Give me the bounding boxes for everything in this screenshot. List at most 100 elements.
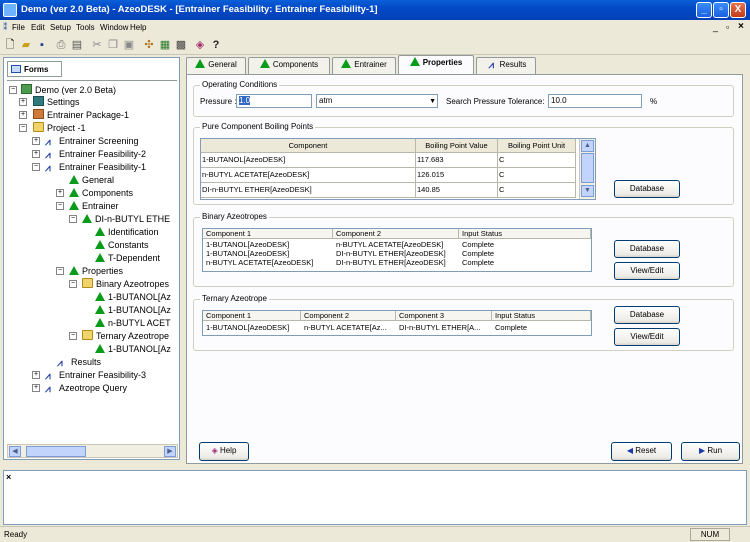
collapse-icon[interactable]: − (56, 202, 64, 210)
tree-node-identification[interactable]: Identification (95, 226, 159, 238)
tree-node-t-dependent[interactable]: T-Dependent (95, 252, 160, 264)
tree-node-binary-2[interactable]: 1-BUTANOL[Az (95, 304, 171, 316)
tree-node-components[interactable]: Components (69, 187, 133, 199)
collapse-icon[interactable]: − (9, 86, 17, 94)
help-button[interactable]: ◈ Help (199, 442, 249, 461)
print-preview-icon[interactable]: ▤ (70, 38, 84, 52)
menu-edit[interactable]: Edit (31, 23, 45, 32)
run-button[interactable]: ▶ Run (681, 442, 740, 461)
tree-node-root[interactable]: Demo (ver 2.0 Beta) (21, 84, 116, 96)
scroll-down-icon[interactable]: ▼ (581, 185, 594, 197)
scroll-left-icon[interactable]: ◀ (9, 446, 21, 457)
tree-node-binary-1[interactable]: 1-BUTANOL[Az (95, 291, 171, 303)
tree-node-entrainer-feasibility-1[interactable]: ⩘ Entrainer Feasibility-1 (45, 161, 146, 174)
binary-view-edit-button[interactable]: View/Edit (614, 262, 680, 280)
pressure-input[interactable]: 1.0 (236, 94, 312, 108)
dropdown-arrow-icon[interactable]: ▼ (429, 96, 436, 108)
list-cell[interactable]: DI-n-BUTYL ETHER[A... (399, 323, 492, 333)
tree-node-entrainer-screening[interactable]: ⩘ Entrainer Screening (45, 135, 139, 148)
boiling-points-grid[interactable]: Component Boiling Point Value Boiling Po… (200, 138, 596, 200)
tree-node-entrainer-package[interactable]: Entrainer Package-1 (33, 109, 129, 121)
tree-horizontal-scrollbar[interactable]: ◀ ▶ (7, 444, 178, 458)
expand-icon[interactable]: + (56, 189, 64, 197)
expand-icon[interactable]: + (19, 98, 27, 106)
mdi-restore-button[interactable]: ▫ (726, 22, 729, 32)
tree-node-results[interactable]: ⩘ Results (57, 356, 101, 369)
expand-icon[interactable]: + (32, 137, 40, 145)
list-cell[interactable]: DI-n-BUTYL ETHER[AzeoDESK] (336, 258, 459, 268)
grid-vertical-scrollbar[interactable]: ▲ ▼ (579, 139, 595, 199)
tab-properties[interactable]: Properties (398, 55, 474, 75)
list-cell[interactable]: n-BUTYL ACETATE[AzeoDESK] (206, 258, 333, 268)
cut-icon[interactable]: ✂ (90, 38, 104, 52)
tree-node-constants[interactable]: Constants (95, 239, 149, 251)
package-icon[interactable]: ▦ (158, 38, 172, 52)
list-cell[interactable]: 1-BUTANOL[AzeoDESK] (206, 323, 301, 333)
mdi-doc-icon[interactable]: ⁑ (3, 22, 8, 33)
tree-node-binary-3[interactable]: n-BUTYL ACET (95, 317, 171, 329)
scroll-right-icon[interactable]: ▶ (164, 446, 176, 457)
minimize-button[interactable]: _ (696, 2, 712, 18)
tree-node-entrainer-feasibility-3[interactable]: ⩘ Entrainer Feasibility-3 (45, 369, 146, 382)
binary-database-button[interactable]: Database (614, 240, 680, 258)
grid-cell[interactable]: 117.683 (416, 153, 498, 168)
collapse-icon[interactable]: − (69, 215, 77, 223)
expand-icon[interactable]: + (19, 111, 27, 119)
ternary-database-button[interactable]: Database (614, 306, 680, 324)
menu-window[interactable]: Window (100, 23, 128, 32)
boiling-database-button[interactable]: Database (614, 180, 680, 198)
ternary-azeotrope-list[interactable]: Component 1 Component 2 Component 3 Inpu… (202, 310, 592, 336)
tree-node-project[interactable]: Project -1 (33, 122, 86, 134)
expand-icon[interactable]: + (32, 371, 40, 379)
mdi-close-button[interactable]: × (738, 21, 744, 32)
collapse-icon[interactable]: − (69, 332, 77, 340)
expand-icon[interactable]: + (32, 384, 40, 392)
grid-cell[interactable]: 1-BUTANOL[AzeoDESK] (201, 153, 416, 168)
print-icon[interactable]: ⎙ (54, 38, 68, 52)
tab-general[interactable]: General (186, 57, 246, 74)
collapse-icon[interactable]: − (19, 124, 27, 132)
tree-node-general[interactable]: General (69, 174, 114, 186)
menu-tools[interactable]: Tools (76, 23, 95, 32)
tolerance-input[interactable]: 10.0 (548, 94, 642, 108)
calculator-icon[interactable]: ▩ (174, 38, 188, 52)
grid-cell[interactable]: C (498, 183, 576, 198)
pressure-unit-select[interactable]: atm ▼ (316, 94, 438, 108)
new-file-icon[interactable]: 🗋 (3, 38, 17, 52)
menu-file[interactable]: File (12, 23, 25, 32)
copy-icon[interactable]: ❐ (106, 38, 120, 52)
collapse-icon[interactable]: − (32, 163, 40, 171)
eraser-icon[interactable]: ◈ (193, 38, 207, 52)
tab-results[interactable]: ⩘ Results (476, 57, 536, 74)
save-icon[interactable]: ▪ (35, 38, 49, 52)
restore-button[interactable]: ▫ (713, 2, 729, 18)
mdi-minimize-button[interactable]: _ (713, 22, 718, 32)
help-question-icon[interactable]: ? (209, 38, 223, 52)
tree-node-binary-azeotropes[interactable]: Binary Azeotropes (82, 278, 169, 290)
tree-node-entrainer[interactable]: Entrainer (69, 200, 119, 212)
menu-help[interactable]: Help (130, 23, 146, 32)
tab-entrainer[interactable]: Entrainer (332, 57, 396, 74)
tree-node-properties[interactable]: Properties (69, 265, 123, 277)
grid-cell[interactable]: DI-n-BUTYL ETHER[AzeoDESK] (201, 183, 416, 198)
list-cell[interactable]: Complete (495, 323, 585, 333)
ternary-view-edit-button[interactable]: View/Edit (614, 328, 680, 346)
grid-cell[interactable]: C (498, 168, 576, 183)
paste-icon[interactable]: ▣ (122, 38, 136, 52)
binary-azeotropes-list[interactable]: Component 1 Component 2 Input Status 1-B… (202, 228, 592, 272)
collapse-icon[interactable]: − (56, 267, 64, 275)
scroll-up-icon[interactable]: ▲ (581, 140, 594, 152)
tree-node-di-n-butyl-ether[interactable]: DI-n-BUTYL ETHE (82, 213, 170, 225)
grid-cell[interactable]: n-BUTYL ACETATE[AzeoDESK] (201, 168, 416, 183)
tree-node-ternary-1[interactable]: 1-BUTANOL[Az (95, 343, 171, 355)
list-cell[interactable]: n-BUTYL ACETATE[Az... (304, 323, 396, 333)
open-folder-icon[interactable]: ▰ (19, 38, 33, 52)
forms-tab[interactable]: Forms (7, 61, 62, 77)
grid-cell[interactable]: 140.85 (416, 183, 498, 198)
reset-button[interactable]: ◀ Reset (611, 442, 672, 461)
tree-node-settings[interactable]: Settings (33, 96, 80, 108)
expand-icon[interactable]: + (32, 150, 40, 158)
tree-node-entrainer-feasibility-2[interactable]: ⩘ Entrainer Feasibility-2 (45, 148, 146, 161)
output-close-icon[interactable]: × (6, 472, 11, 482)
grid-cell[interactable]: C (498, 153, 576, 168)
